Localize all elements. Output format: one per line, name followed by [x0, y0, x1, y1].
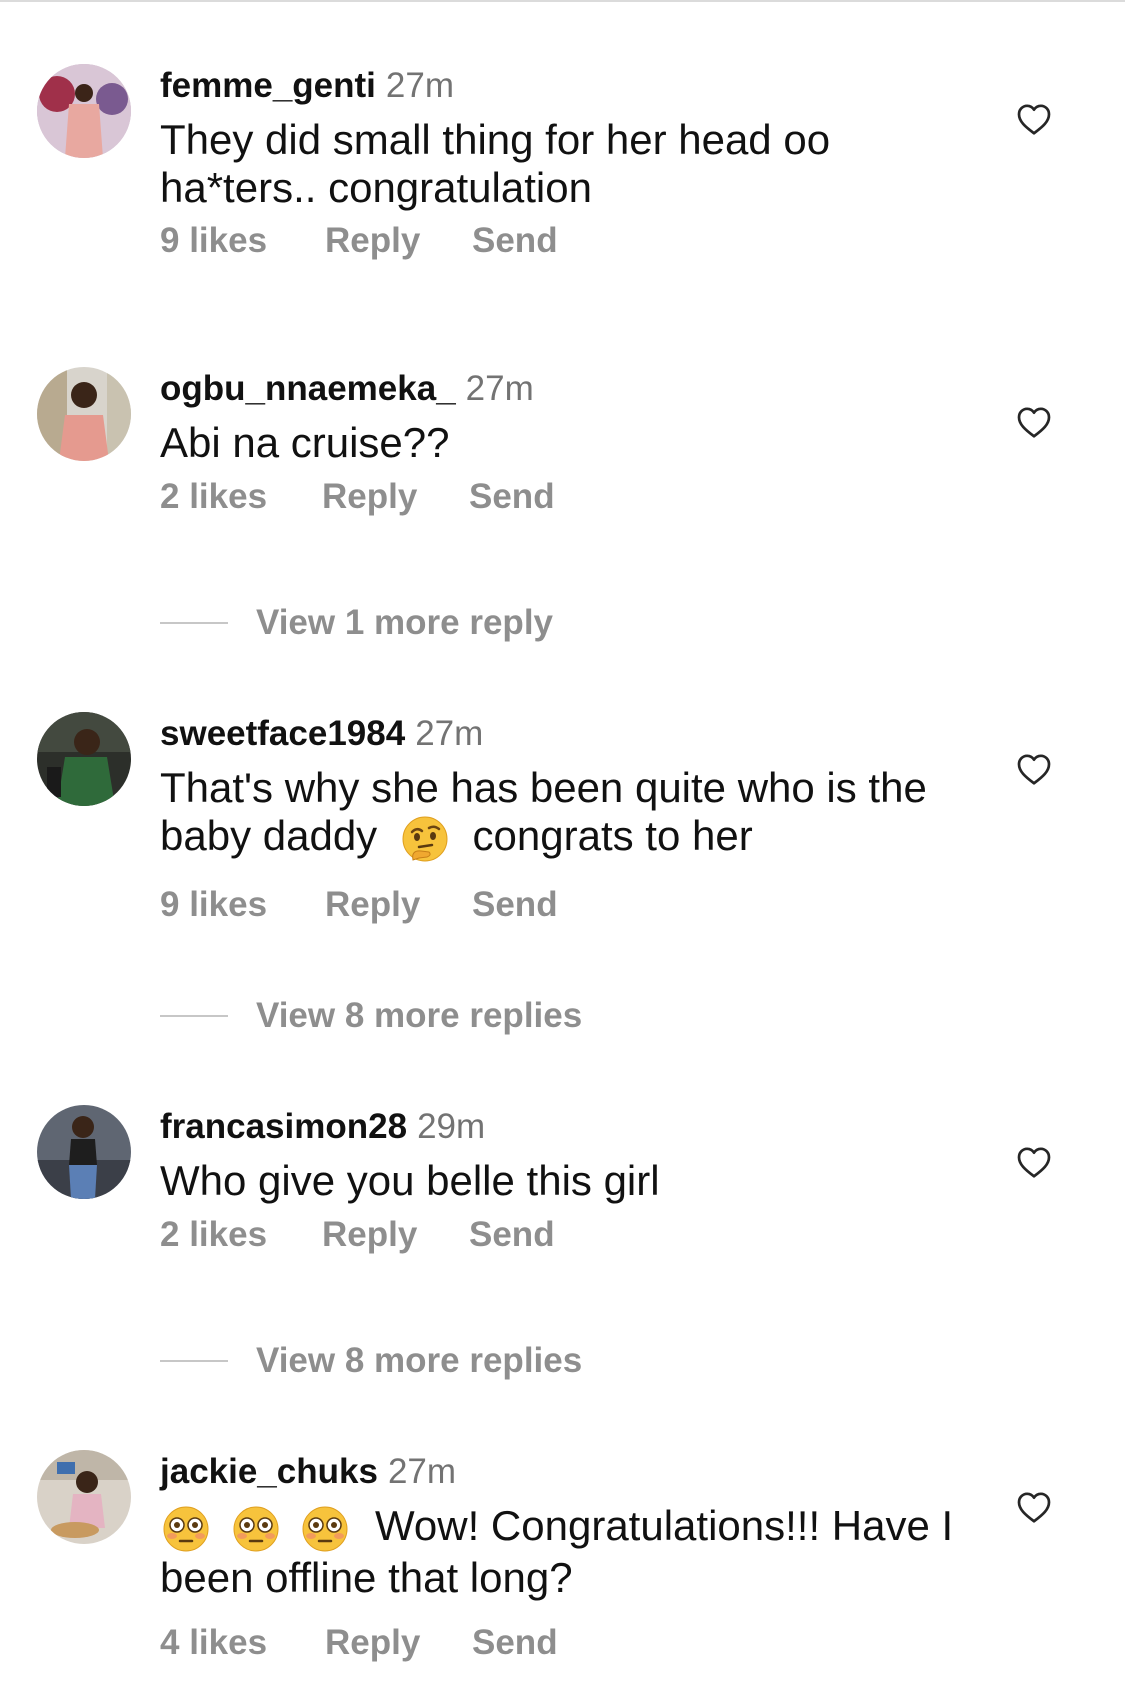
- timestamp: 27m: [385, 66, 454, 105]
- send-button[interactable]: Send: [472, 885, 558, 925]
- timestamp: 29m: [417, 1107, 486, 1146]
- view-more-replies[interactable]: View 8 more replies: [160, 1339, 582, 1383]
- heart-outline-icon[interactable]: [1016, 752, 1052, 786]
- comment-item: ogbu_nnaemeka_ 27m Abi na cruise?? 2 like…: [0, 367, 1125, 567]
- view-more-label[interactable]: View 8 more replies: [256, 1341, 582, 1381]
- send-button[interactable]: Send: [469, 1215, 555, 1255]
- timestamp: 27m: [387, 1452, 457, 1491]
- heart-outline-icon[interactable]: [1016, 1490, 1052, 1524]
- reply-button[interactable]: Reply: [322, 477, 417, 517]
- comment-text-segment: congrats to her: [472, 812, 753, 859]
- view-more-replies[interactable]: View 1 more reply: [160, 601, 553, 645]
- comment-item: femme_genti 27m They did small thing for …: [0, 64, 1125, 294]
- comment-text-segment: baby daddy: [160, 812, 378, 859]
- avatar[interactable]: [37, 367, 131, 461]
- divider-line: [160, 1015, 228, 1017]
- comment-text: Who give you belle this girl: [160, 1157, 980, 1205]
- likes-count[interactable]: 2 likes: [160, 1215, 267, 1255]
- reply-button[interactable]: Reply: [325, 221, 420, 261]
- username[interactable]: jackie_chuks: [160, 1452, 378, 1491]
- comment-header: francasimon28 29m: [160, 1105, 485, 1149]
- flushed-face-emoji: [233, 1506, 279, 1552]
- avatar[interactable]: [37, 1450, 131, 1544]
- likes-count[interactable]: 9 likes: [160, 885, 267, 925]
- comment-text: They did small thing for her head oo ha*…: [160, 116, 980, 212]
- comment-text-line: Abi na cruise??: [160, 419, 450, 466]
- view-more-replies[interactable]: View 8 more replies: [160, 994, 582, 1038]
- divider-line: [160, 1360, 228, 1362]
- comment-item: sweetface1984 27m That's why she has been…: [0, 712, 1125, 942]
- heart-outline-icon[interactable]: [1016, 1145, 1052, 1179]
- avatar[interactable]: [37, 64, 131, 158]
- reply-button[interactable]: Reply: [322, 1215, 417, 1255]
- comment-text-line: Who give you belle this girl: [160, 1157, 660, 1204]
- reply-button[interactable]: Reply: [325, 885, 420, 925]
- divider-line: [160, 622, 228, 624]
- send-button[interactable]: Send: [472, 1623, 558, 1663]
- likes-count[interactable]: 2 likes: [160, 477, 267, 517]
- top-divider: [0, 0, 1125, 2]
- view-more-label[interactable]: View 8 more replies: [256, 996, 582, 1036]
- avatar[interactable]: [37, 712, 131, 806]
- comment-text-line: baby daddy congrats to her: [160, 812, 980, 864]
- timestamp: 27m: [465, 369, 534, 408]
- comment-text-line: been offline that long?: [160, 1553, 573, 1601]
- comment-header: femme_genti 27m: [160, 64, 454, 108]
- heart-outline-icon[interactable]: [1016, 405, 1052, 439]
- avatar[interactable]: [37, 1105, 131, 1199]
- comment-text-line: Wow! Congratulations!!! Have I: [160, 1502, 980, 1554]
- username[interactable]: ogbu_nnaemeka_: [160, 369, 456, 408]
- send-button[interactable]: Send: [472, 221, 558, 261]
- heart-outline-icon[interactable]: [1016, 102, 1052, 136]
- comment-text: That's why she has been quite who is the…: [160, 764, 980, 864]
- comment-text: Wow! Congratulations!!! Have I been offl…: [160, 1502, 980, 1602]
- comment-header: sweetface1984 27m: [160, 712, 483, 756]
- username[interactable]: sweetface1984: [160, 714, 405, 753]
- flushed-face-emoji: [163, 1506, 209, 1552]
- view-more-label[interactable]: View 1 more reply: [256, 603, 553, 643]
- timestamp: 27m: [415, 714, 484, 753]
- likes-count[interactable]: 4 likes: [160, 1623, 267, 1663]
- likes-count[interactable]: 9 likes: [160, 221, 267, 261]
- comment-header: jackie_chuks 27m: [160, 1450, 456, 1494]
- comment-text-segment: Wow! Congratulations!!! Have I: [375, 1502, 954, 1549]
- username[interactable]: femme_genti: [160, 66, 376, 105]
- comment-text: Abi na cruise??: [160, 419, 980, 467]
- username[interactable]: francasimon28: [160, 1107, 407, 1146]
- reply-button[interactable]: Reply: [325, 1623, 420, 1663]
- comment-text-line: ha*ters.. congratulation: [160, 164, 592, 211]
- comment-text-line: That's why she has been quite who is the: [160, 764, 927, 811]
- comment-item: jackie_chuks 27m Wow! Congratulations!!!…: [0, 1450, 1125, 1686]
- comment-text-line: They did small thing for her head oo: [160, 116, 831, 163]
- comment-header: ogbu_nnaemeka_ 27m: [160, 367, 534, 411]
- send-button[interactable]: Send: [469, 477, 555, 517]
- flushed-face-emoji: [302, 1506, 348, 1552]
- comment-item: francasimon28 29m Who give you belle this…: [0, 1105, 1125, 1305]
- thinking-face-emoji: [402, 816, 448, 862]
